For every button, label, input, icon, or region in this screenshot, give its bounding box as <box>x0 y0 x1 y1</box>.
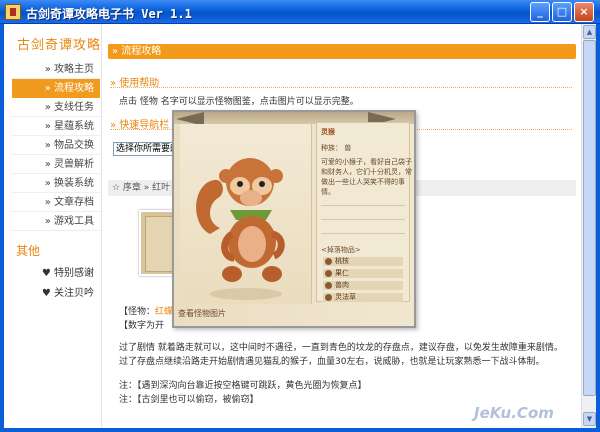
monster-type-value: 兽 <box>344 144 352 152</box>
monster-name: 灵猴 <box>321 128 335 136</box>
sidebar-item-item-exchange[interactable]: » 物品交换 <box>12 136 100 155</box>
sidebar-item-pet-analysis[interactable]: » 灵兽解析 <box>12 155 100 174</box>
monster-info-panel: 灵猴 种族： 兽 可爱的小猴子，看好自己袋子 和财务人，它们十分机灵，常 做出一… <box>316 122 412 302</box>
number-note: 【数字为开 <box>119 321 165 331</box>
close-button[interactable]: × <box>574 2 594 22</box>
monster-line: 【怪物：红蝶 <box>119 304 173 317</box>
sidebar-item-star-system[interactable]: » 星蕴系统 <box>12 117 100 136</box>
monster-label: 【怪物： <box>119 307 156 317</box>
usage-help-text: 点击 怪物 名字可以显示怪物图鉴，点击图片可以显示完整。 <box>119 97 359 107</box>
tip-line-1: 注：【遇到深沟向台靠近按空格键可跳跃，黄色光圈为恢复点】 <box>119 381 367 391</box>
monster-image[interactable] <box>180 124 312 304</box>
monster-desc-line: 情。 <box>321 188 335 196</box>
sidebar-item-side-quests[interactable]: » 支线任务 <box>12 98 100 117</box>
sidebar-item-follow[interactable]: ♥ 关注贝吟 <box>12 284 100 299</box>
vertical-scrollbar[interactable]: ▲ ▼ <box>581 24 596 428</box>
drop-item: 兽肉 <box>323 281 403 290</box>
drops-heading: <掉落物品> <box>321 246 361 254</box>
monkey-icon <box>196 158 285 300</box>
window-frame-bottom <box>0 428 600 432</box>
sidebar-other-title: 其他 <box>16 244 41 258</box>
sidebar-item-walkthrough[interactable]: » 流程攻略 <box>12 79 100 98</box>
sidebar-item-article-archive[interactable]: » 文章存档 <box>12 193 100 212</box>
walkthrough-line-1: 过了剧情 就着路走就可以，这中间时不遇径，一直到青色的坟龙的存盘点，建议存盘，以… <box>119 343 563 353</box>
minimize-button[interactable]: _ <box>530 2 550 22</box>
monster-link[interactable]: 红蝶 <box>155 307 173 317</box>
window-title: 古剑奇谭攻略电子书 Ver 1.1 <box>26 7 192 21</box>
walkthrough-line-2: 过了存盘点继续沿路走开始剧情遇见猫乱的猴子，血量30左右，说威胁，也就是让玩家熟… <box>119 357 545 367</box>
drop-item: 灵法草 <box>323 293 403 302</box>
scroll-thumb[interactable] <box>583 40 596 396</box>
monster-desc-line: 和财务人，它们十分机灵，常 <box>321 168 412 176</box>
scroll-up-icon[interactable]: ▲ <box>583 25 596 39</box>
monster-popup[interactable]: 灵猴 种族： 兽 可爱的小猴子，看好自己袋子 和财务人，它们十分机灵，常 做出一… <box>172 110 416 328</box>
sidebar-item-game-tools[interactable]: » 游戏工具 <box>12 212 100 231</box>
scroll-down-icon[interactable]: ▼ <box>583 412 596 426</box>
maximize-button[interactable]: □ <box>552 2 572 22</box>
sidebar: 古剑奇谭攻略 » 攻略主页 » 流程攻略 » 支线任务 » 星蕴系统 » 物品交… <box>4 24 102 428</box>
popup-caption: 查看怪物图片 <box>178 309 226 318</box>
divider <box>321 205 405 206</box>
divider <box>110 87 572 88</box>
monster-desc-line: 可爱的小猴子，看好自己袋子 <box>321 158 412 166</box>
app-icon <box>5 4 21 20</box>
sidebar-item-home[interactable]: » 攻略主页 <box>12 60 100 79</box>
divider <box>321 219 405 220</box>
monster-type: 种族： 兽 <box>321 143 351 153</box>
sidebar-item-costume-system[interactable]: » 换装系统 <box>12 174 100 193</box>
tip-line-2: 注：【古剑里也可以偷窃，被偷窃】 <box>119 395 259 405</box>
drop-item: 果仁 <box>323 269 403 278</box>
sidebar-item-special-thanks[interactable]: ♥ 特别感谢 <box>12 264 100 279</box>
window-frame-right <box>596 24 600 432</box>
monster-desc-line: 做出一些让人哭笑不得的事 <box>321 178 405 186</box>
drop-item: 桃核 <box>323 257 403 266</box>
title-bar: 古剑奇谭攻略电子书 Ver 1.1 _ □ × <box>0 0 600 24</box>
divider <box>321 233 405 234</box>
section-title-bar: » 流程攻略 <box>108 44 576 59</box>
sidebar-title: 古剑奇谭攻略 <box>17 38 102 53</box>
monster-type-label: 种族： <box>321 144 342 152</box>
watermark: JeKu.Com <box>474 404 554 422</box>
